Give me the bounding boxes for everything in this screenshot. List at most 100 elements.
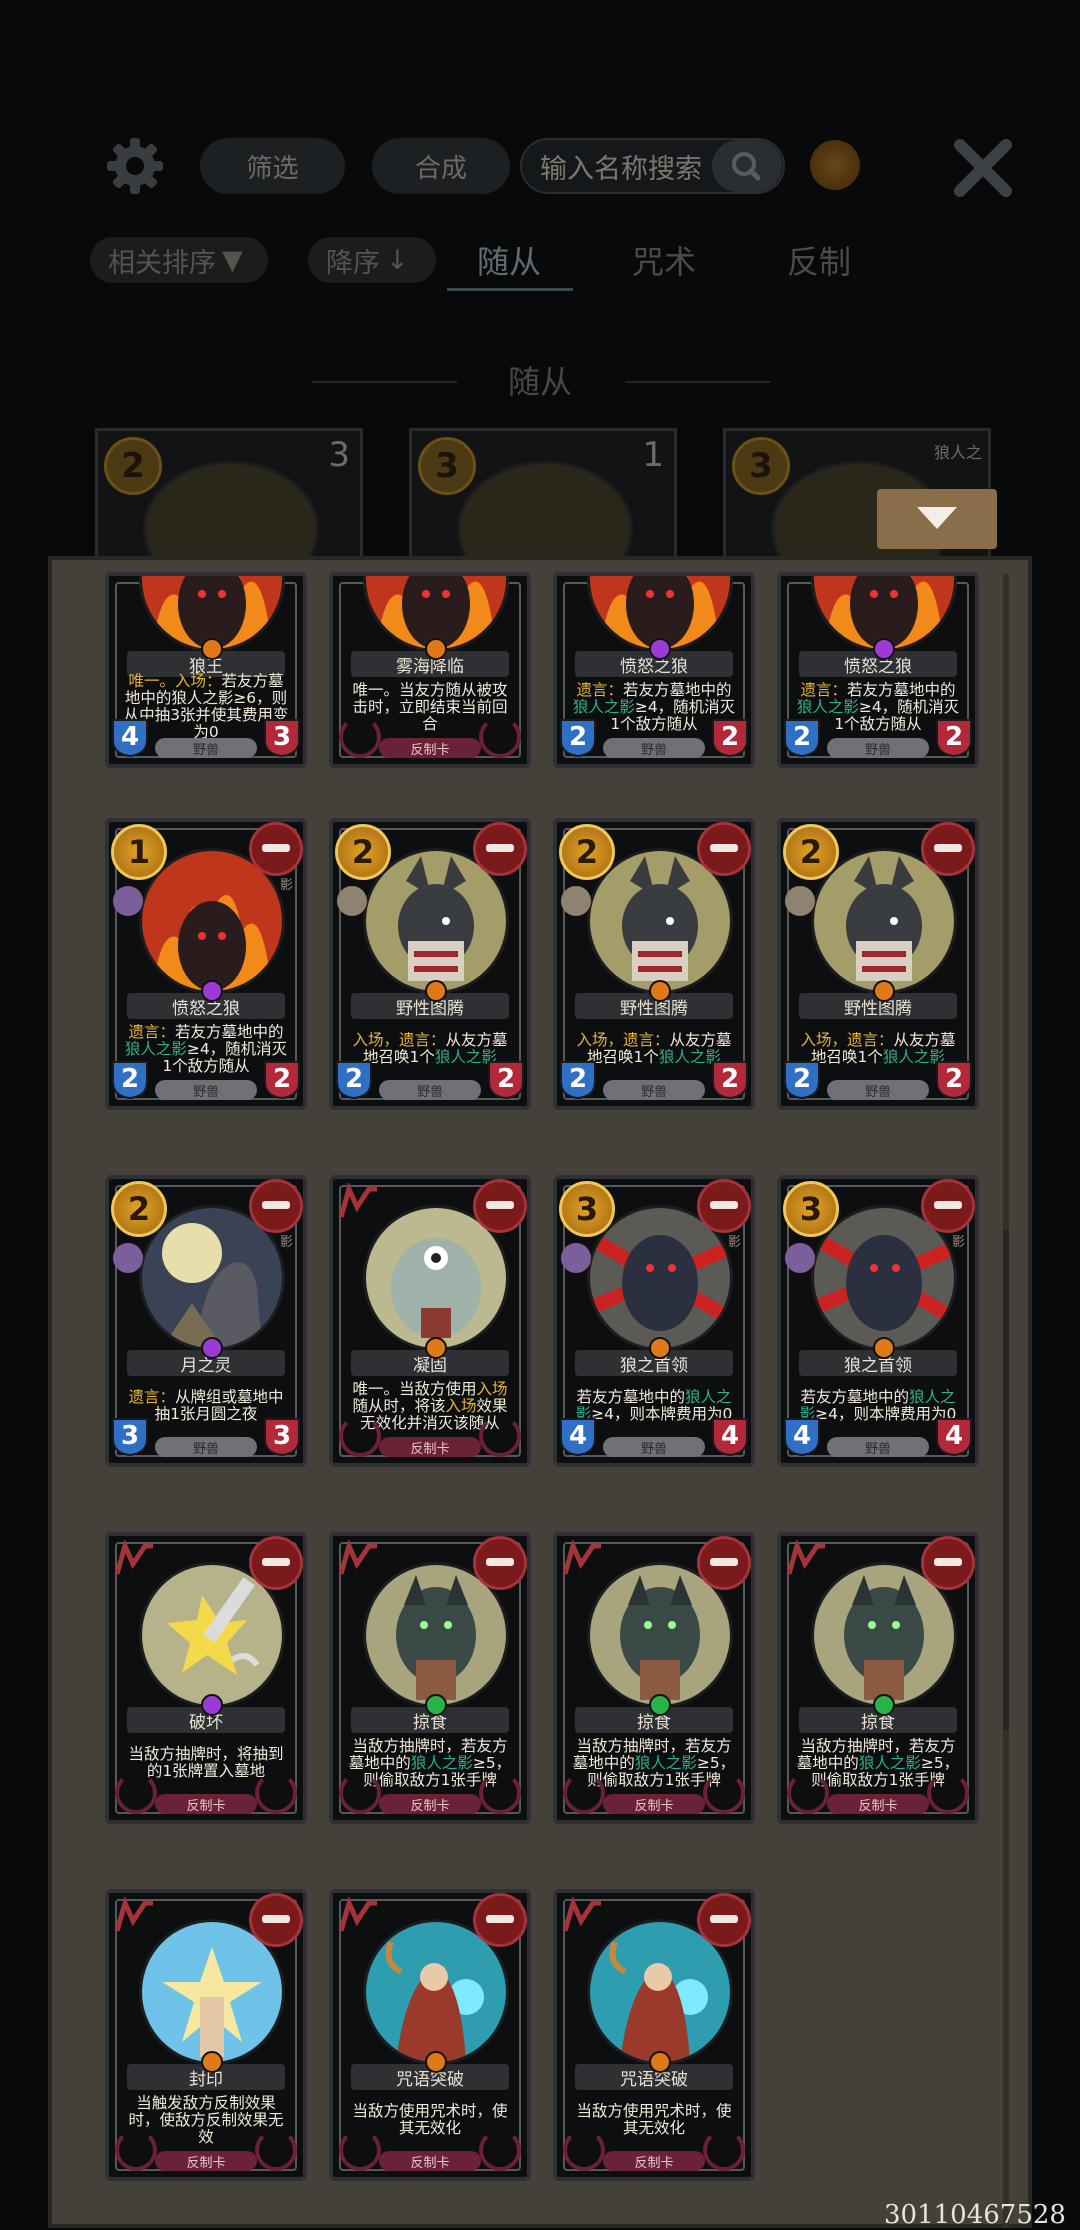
card-type: 野兽 [827,738,929,758]
card-type: 野兽 [603,738,705,758]
card[interactable]: 愤怒之狼 遗言：若友方墓地中的狼人之影≥4，随机消灭1个敌方随从 野兽 2 2 [777,572,979,768]
card-type: 野兽 [379,1080,481,1100]
card[interactable]: 2 影月之灵 遗言：从牌组或墓地中抽1张月圆之夜 野兽 3 3 [105,1175,307,1467]
health-badge: 4 [933,1415,975,1457]
counter-card-icon [562,1540,601,1575]
tab-spells[interactable]: 咒术 [632,237,696,283]
card-type: 野兽 [827,1437,929,1457]
card[interactable]: 2 野性图腾 入场，遗言：从友方墓地召唤1个狼人之影 野兽 2 2 [329,818,531,1110]
health-badge: 3 [261,1415,303,1457]
card[interactable]: 掠食 当敌方抽牌时，若友方墓地中的狼人之影≥5，则偷取敌方1张手牌 反制卡 [777,1532,979,1824]
card[interactable]: 掠食 当敌方抽牌时，若友方墓地中的狼人之影≥5，则偷取敌方1张手牌 反制卡 [329,1532,531,1824]
card-ornament [563,2129,605,2171]
card-ornament [703,1772,745,1814]
card-type: 野兽 [155,1080,257,1100]
card-faction: 影 [279,878,293,893]
rarity-gem-icon [201,1337,223,1359]
remove-card-button[interactable] [697,822,751,876]
remove-card-button[interactable] [249,1893,303,1947]
attack-badge: 2 [781,716,823,758]
collapse-button[interactable] [877,489,997,549]
rarity-gem-icon [201,1694,223,1716]
card-type: 反制卡 [379,738,481,758]
health-badge: 2 [709,1058,751,1100]
tribe-icon [561,886,591,916]
remove-card-button[interactable] [249,822,303,876]
remove-card-button[interactable] [473,1179,527,1233]
remove-card-button[interactable] [473,1536,527,1590]
card-type: 反制卡 [379,1437,481,1457]
counter-card-icon [338,1183,377,1218]
remove-card-button[interactable] [921,1179,975,1233]
card[interactable]: 封印 当触发敌方反制效果时，使敌方反制效果无效 反制卡 [105,1889,307,2181]
card[interactable]: 咒语突破 当敌方使用咒术时，使其无效化 反制卡 [553,1889,755,2181]
health-badge: 2 [933,716,975,758]
card[interactable]: 狼王 唯一。入场：若友方墓地中的狼人之影≥6，则从中抽3张并使其费用变为0 野兽 4 3 [105,572,307,768]
card-ornament [255,2129,297,2171]
attack-badge: 2 [557,716,599,758]
attack-badge: 4 [109,716,151,758]
section-divider-right [625,381,770,383]
remove-card-button[interactable] [697,1536,751,1590]
card-ornament [339,1772,381,1814]
card-type: 野兽 [603,1080,705,1100]
rarity-gem-icon [201,980,223,1002]
card[interactable]: 凝固 唯一。当敌方使用入场随从时，将该入场效果无效化并消灭该随从 反制卡 [329,1175,531,1467]
card-ornament [703,2129,745,2171]
card[interactable]: 掠食 当敌方抽牌时，若友方墓地中的狼人之影≥5，则偷取敌方1张手牌 反制卡 [553,1532,755,1824]
sort-order-label: 降序 [326,247,380,279]
rarity-gem-icon [649,1337,671,1359]
card-cost: 3 [783,1181,839,1237]
card[interactable]: 咒语突破 当敌方使用咒术时，使其无效化 反制卡 [329,1889,531,2181]
remove-card-button[interactable] [473,822,527,876]
tribe-icon [337,886,367,916]
card-type: 野兽 [155,738,257,758]
remove-card-button[interactable] [921,1536,975,1590]
compose-button[interactable]: 合成 [372,138,510,194]
remove-card-button[interactable] [697,1179,751,1233]
card[interactable]: 1 影愤怒之狼 遗言：若友方墓地中的狼人之影≥4，随机消灭1个敌方随从 野兽 2 2 [105,818,307,1110]
card[interactable]: 愤怒之狼 遗言：若友方墓地中的狼人之影≥4，随机消灭1个敌方随从 野兽 2 2 [553,572,755,768]
filter-button[interactable]: 筛选 [200,138,345,194]
attack-badge: 2 [109,1058,151,1100]
sort-order-button[interactable]: 降序 ↓ [308,237,436,283]
card-cost: 3 [418,437,476,495]
gear-icon[interactable] [105,136,165,196]
tab-minions[interactable]: 随从 [477,237,541,283]
chevron-down-icon [917,507,957,529]
background-card[interactable]: 3 1 [409,428,677,597]
card[interactable]: 3 影狼之首领 若友方墓地中的狼人之影≥4，则本牌费用为0 野兽 4 4 [553,1175,755,1467]
rarity-gem-icon [873,980,895,1002]
attack-badge: 4 [781,1415,823,1457]
search-button[interactable] [712,140,782,192]
card[interactable]: 破坏 当敌方抽牌时，将抽到的1张牌置入墓地 反制卡 [105,1532,307,1824]
remove-card-button[interactable] [697,1893,751,1947]
scrollbar-thumb[interactable] [1003,1230,1009,1730]
card-extra: 3 [328,435,350,475]
card-ornament [339,716,381,758]
remove-card-button[interactable] [249,1179,303,1233]
counter-card-icon [786,1540,825,1575]
sort-relevance-button[interactable]: 相关排序 ▼ [90,237,268,283]
remove-card-button[interactable] [921,822,975,876]
card[interactable]: 2 野性图腾 入场，遗言：从友方墓地召唤1个狼人之影 野兽 2 2 [777,818,979,1110]
card-type: 反制卡 [603,1794,705,1814]
card-ornament [787,1772,829,1814]
rarity-gem-icon [873,1694,895,1716]
remove-card-button[interactable] [249,1536,303,1590]
tribe-icon [785,1243,815,1273]
tab-counters[interactable]: 反制 [787,237,851,283]
card-type: 野兽 [603,1437,705,1457]
card-extra: 1 [642,435,664,475]
card-type: 反制卡 [155,1794,257,1814]
section-title: 随从 [507,363,572,401]
card-ornament [479,2129,521,2171]
card[interactable]: 雾海降临 唯一。当友方随从被攻击时，立即结束当前回合 反制卡 [329,572,531,768]
card[interactable]: 2 野性图腾 入场，遗言：从友方墓地召唤1个狼人之影 野兽 2 2 [553,818,755,1110]
remove-card-button[interactable] [473,1893,527,1947]
close-icon[interactable] [950,135,1016,201]
attack-badge: 2 [781,1058,823,1100]
card[interactable]: 3 影狼之首领 若友方墓地中的狼人之影≥4，则本牌费用为0 野兽 4 4 [777,1175,979,1467]
currency-icon[interactable] [810,140,860,190]
background-card[interactable]: 2 3 [95,428,363,597]
